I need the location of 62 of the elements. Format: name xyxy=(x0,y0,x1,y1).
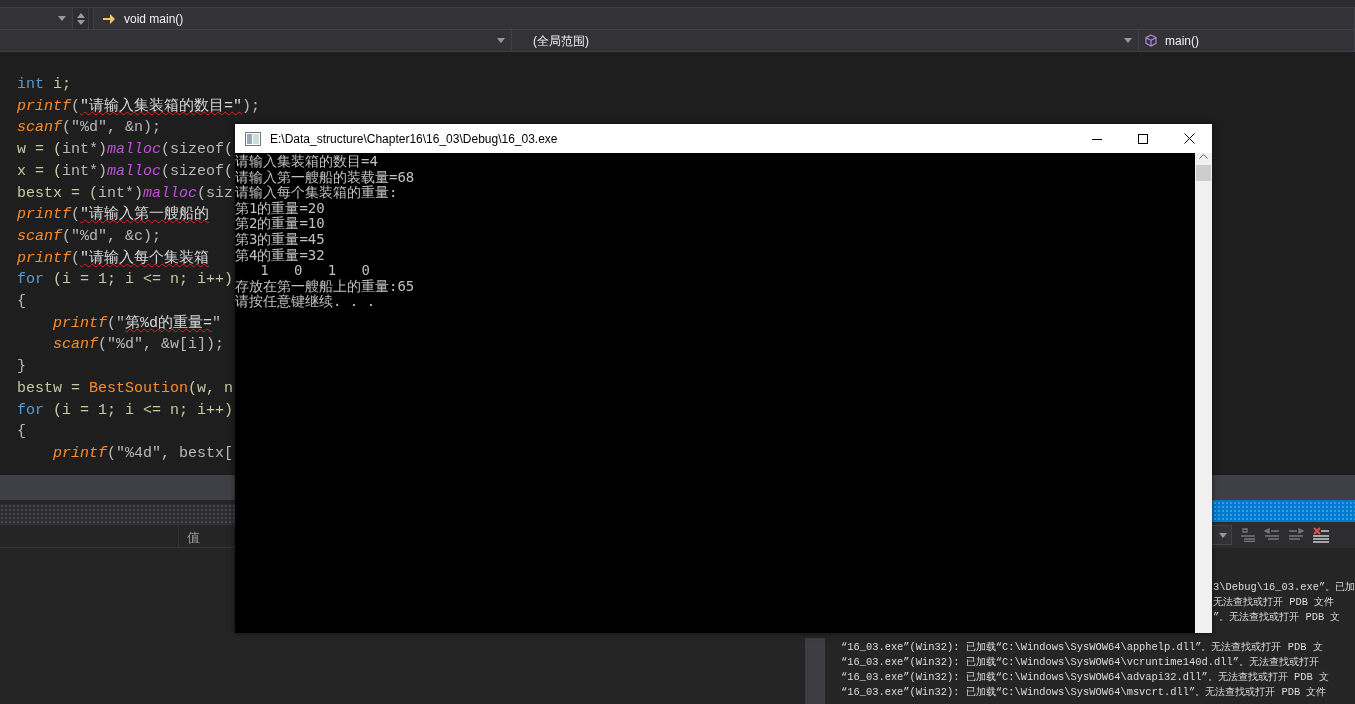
arrow-icon xyxy=(102,12,116,25)
code-line: for (i = 1; i <= n; i++) xyxy=(17,400,234,421)
code-line: } xyxy=(17,357,26,378)
scrollbar[interactable] xyxy=(805,638,825,704)
code-line: for (i = 1; i <= n; i++) xyxy=(17,270,234,291)
close-icon xyxy=(1183,133,1195,144)
console-line: 存放在第一艘船上的重量:65 xyxy=(235,278,415,294)
function-field[interactable]: void main() xyxy=(93,8,1355,29)
caret-icon xyxy=(1219,532,1227,538)
down-arrow-icon[interactable] xyxy=(76,19,85,25)
column-header[interactable]: 值 xyxy=(178,525,208,547)
output-line: “16_03.exe”(Win32): 已加载“C:\Windows\SysWOW64\advapi32.dll”。无法查找或打开 PDB 文 xyxy=(840,670,1329,685)
scope-dropdown[interactable]: (全局范围) xyxy=(512,30,1139,51)
console-line: 第4的重量=32 xyxy=(235,247,325,264)
caret-icon xyxy=(497,38,505,43)
console-line: 请输入第一艘船的装载量=68 xyxy=(235,169,415,185)
function-name: void main() xyxy=(124,10,184,28)
console-line: 请输入每个集装箱的重量: xyxy=(235,185,398,201)
console-line: 第1的重量=20 xyxy=(235,200,325,216)
scrollbar[interactable] xyxy=(1195,153,1212,633)
code-line: scanf("%d", &w[i]); xyxy=(52,335,225,356)
code-line: bestw = BestSoution(w, n xyxy=(17,378,234,399)
next-icon[interactable] xyxy=(1288,528,1304,542)
member-dropdown[interactable]: main() xyxy=(1139,30,1355,51)
code-line: x = (int*)malloc(sizeof( xyxy=(17,161,234,182)
code-line: int i; xyxy=(17,75,72,95)
member-name: main() xyxy=(1165,32,1199,50)
console-line: 请按任意键继续. . . xyxy=(235,294,376,310)
code-line: printf("第%d的重量=" xyxy=(52,313,222,334)
app-icon xyxy=(245,131,261,146)
console-line: 第3的重量=45 xyxy=(235,231,325,248)
scrollbar-thumb[interactable] xyxy=(1196,165,1211,181)
output-line: 无法查找或打开 PDB 文件 xyxy=(1212,595,1335,610)
code-line: bestx = (int*)malloc(siz xyxy=(17,183,234,204)
console-line: 请输入集装箱的数目=4 xyxy=(235,154,378,170)
maximize-icon xyxy=(1138,133,1148,144)
output-line: ”。无法查找或打开 PDB 文 xyxy=(1212,610,1341,625)
up-arrow-icon[interactable] xyxy=(76,12,85,18)
clear-all-icon[interactable] xyxy=(1312,527,1330,543)
console-line: 1 0 1 0 xyxy=(259,263,370,279)
code-line: printf("请输入第一艘船的 xyxy=(17,204,210,226)
output-line: “16_03.exe”(Win32): 已加载“C:\Windows\SysWOW64\apphelp.dll”。无法查找或打开 PDB 文 xyxy=(840,640,1323,655)
code-line: scanf("%d", &n); xyxy=(17,118,162,139)
code-line: printf("请输入每个集装箱 xyxy=(17,248,210,269)
cube-icon xyxy=(1145,34,1157,47)
code-line: printf("%4d", bestx[ xyxy=(52,443,234,464)
code-line: w = (int*)malloc(sizeof( xyxy=(17,140,234,161)
output-source-dropdown[interactable] xyxy=(1212,525,1232,545)
indent-icon[interactable] xyxy=(1240,528,1256,542)
previous-icon[interactable] xyxy=(1264,528,1280,542)
output-line: 3\Debug\16_03.exe”。已加 xyxy=(1212,580,1355,595)
code-line: { xyxy=(17,422,26,443)
caret-icon xyxy=(58,16,66,21)
code-line: { xyxy=(17,292,26,313)
scope-label: (全局范围) xyxy=(533,32,589,50)
code-line: printf("请输入集装箱的数目="); xyxy=(17,96,261,117)
output-line: “16_03.exe”(Win32): 已加载“C:\Windows\SysWOW64\msvcrt.dll”。无法查找或打开 PDB 文件 xyxy=(840,685,1327,700)
output-line: “16_03.exe”(Win32): 已加载“C:\Windows\SysWOW64\vcruntime140d.dll”。无法查找或打开 xyxy=(840,655,1319,670)
caret-icon xyxy=(1124,38,1132,43)
window-title: E:\Data_structure\Chapter16\16_03\Debug\16_03.exe xyxy=(270,130,559,148)
code-line: scanf("%d", &c); xyxy=(17,226,162,247)
console-line: 第2的重量=10 xyxy=(235,216,325,232)
